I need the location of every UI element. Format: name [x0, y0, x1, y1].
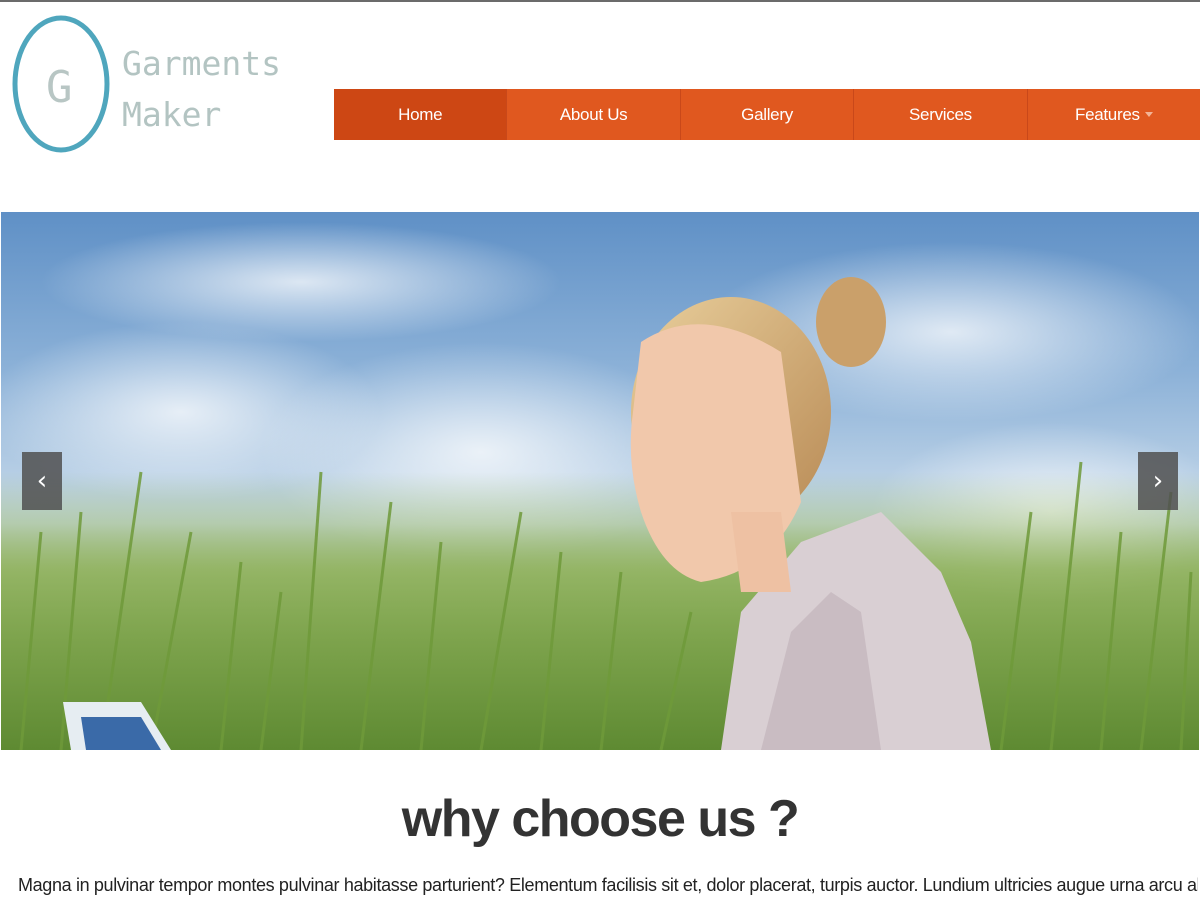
nav-features[interactable]: Features — [1028, 89, 1200, 140]
nav-about-us[interactable]: About Us — [507, 89, 681, 140]
why-choose-us-text: Magna in pulvinar tempor montes pulvinar… — [18, 875, 1198, 895]
logo-line-1: Garments — [122, 44, 281, 83]
chevron-down-icon — [1144, 112, 1153, 117]
hero-slider: ‹ › — [1, 212, 1199, 750]
slider-prev-button[interactable]: ‹ — [22, 452, 62, 510]
nav-features-label: Features — [1074, 104, 1140, 124]
nav-home[interactable]: Home — [334, 89, 508, 140]
why-choose-us-heading: why choose us ? — [401, 790, 800, 848]
nav-home-label: Home — [398, 104, 443, 124]
nav-about-us-label: About Us — [559, 104, 628, 124]
top-border-line — [0, 0, 1200, 2]
main-navigation: Home About Us Gallery Services Features — [334, 89, 1200, 140]
nav-services[interactable]: Services — [854, 89, 1028, 140]
nav-gallery-label: Gallery — [741, 104, 793, 124]
nav-services-label: Services — [909, 104, 972, 124]
logo-line-2: Maker — [122, 95, 222, 134]
nav-gallery[interactable]: Gallery — [681, 89, 855, 140]
slider-next-button[interactable]: › — [1138, 452, 1178, 510]
site-logo[interactable]: G Garments Maker — [12, 14, 281, 154]
logo-letter: G — [46, 62, 73, 113]
logo-text: Garments Maker — [122, 38, 282, 140]
chevron-left-icon: ‹ — [36, 466, 48, 496]
hero-image — [1, 222, 1199, 750]
chevron-right-icon: › — [1152, 466, 1164, 496]
